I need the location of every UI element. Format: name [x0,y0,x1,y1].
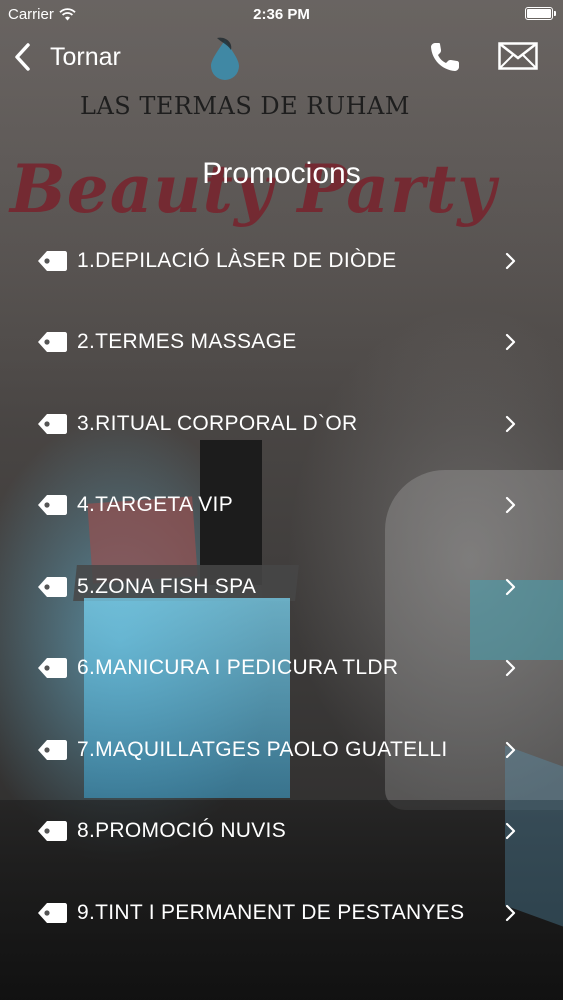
promotion-label: 6.MANICURA I PEDICURA TLDR [77,656,399,680]
tag-icon [36,573,68,601]
promotion-label: 3.RITUAL CORPORAL D`OR [77,411,358,435]
back-label: Tornar [50,42,121,71]
phone-icon[interactable] [428,41,462,73]
back-button[interactable]: Tornar [12,40,121,74]
promotion-row[interactable]: 5.ZONA FISH SPA [0,546,563,628]
promotion-row[interactable]: 2.TERMES MASSAGE [0,302,563,384]
promotion-label: 9.TINT I PERMANENT DE PESTANYES [77,900,465,924]
page-title: Promocions [202,157,361,190]
tag-icon [36,410,68,438]
tag-icon [36,736,68,764]
chevron-right-icon [504,333,516,351]
promotion-row[interactable]: 9.TINT I PERMANENT DE PESTANYES [0,872,563,954]
tag-icon [36,899,68,927]
promotion-row[interactable]: 6.MANICURA I PEDICURA TLDR [0,628,563,710]
logo-drop-icon [211,37,239,80]
promotion-label: 1.DEPILACIÓ LÀSER DE DIÒDE [77,248,397,272]
status-time: 2:36 PM [253,6,310,23]
tag-icon [36,817,68,845]
chevron-right-icon [504,659,516,677]
status-bar: Carrier 2:36 PM [0,0,563,28]
promotion-label: 4.TARGETA VIP [77,493,233,517]
promotion-label: 7.MAQUILLATGES PAOLO GUATELLI [77,737,448,761]
chevron-right-icon [504,741,516,759]
promotion-label: 8.PROMOCIÓ NUVIS [77,819,286,843]
promotion-row[interactable]: 4.TARGETA VIP [0,465,563,547]
promotion-row[interactable]: 1.DEPILACIÓ LÀSER DE DIÒDE [0,220,563,302]
tag-icon [36,491,68,519]
mail-icon[interactable] [498,42,538,70]
chevron-right-icon [504,904,516,922]
chevron-right-icon [504,822,516,840]
brand-logo-text: LAS TERMAS DE RUHAM [80,92,410,120]
tag-icon [36,328,68,356]
chevron-right-icon [504,578,516,596]
chevron-right-icon [504,496,516,514]
promotion-row[interactable]: 8.PROMOCIÓ NUVIS [0,791,563,873]
promotion-label: 5.ZONA FISH SPA [77,574,257,598]
battery-icon [525,7,556,20]
promotion-row[interactable]: 7.MAQUILLATGES PAOLO GUATELLI [0,709,563,791]
chevron-right-icon [504,415,516,433]
promotions-list: 1.DEPILACIÓ LÀSER DE DIÒDE 2.TERMES MASSA… [0,220,563,954]
tag-icon [36,654,68,682]
battery-level [527,9,551,18]
chevron-right-icon [504,252,516,270]
promotion-row[interactable]: 3.RITUAL CORPORAL D`OR [0,383,563,465]
promotion-label: 2.TERMES MASSAGE [77,330,297,354]
chevron-left-icon [15,43,30,71]
tag-icon [36,247,68,275]
